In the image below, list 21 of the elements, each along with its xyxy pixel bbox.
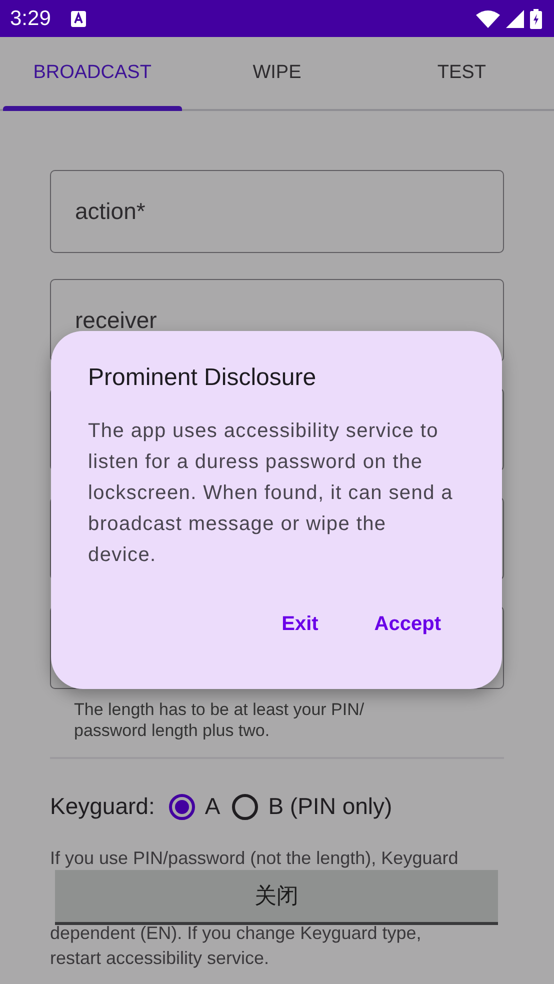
dialog-button[interactable]: Exit (274, 609, 326, 640)
notification-icon (70, 10, 86, 26)
radio-option[interactable]: A (168, 793, 220, 820)
note-text: dependent (EN). If you change Keyguard type, (50, 922, 422, 945)
dialog-title: Prominent Disclosure (88, 364, 318, 392)
tab[interactable]: WIPE (184, 37, 370, 109)
tab[interactable]: BROADCAST (0, 37, 185, 109)
input-field[interactable]: action* (50, 170, 504, 253)
toast: 关闭 (55, 870, 498, 925)
helper-text: The length has to be at least your PIN/ password length plus two. (74, 699, 366, 741)
note-text: If you use PIN/password (not the length), Keyguard (50, 847, 460, 870)
wifi-icon (476, 10, 500, 28)
battery-icon (530, 8, 542, 28)
status-time: 3:29 (10, 6, 51, 30)
dialog-button[interactable]: Accept (366, 609, 449, 640)
signal-icon (506, 10, 524, 28)
radio-option[interactable]: B (PIN only) (232, 793, 392, 820)
tab[interactable]: TEST (369, 37, 554, 109)
keyguard-label: Keyguard: (50, 793, 155, 820)
dialog-message: The app uses accessibility service to listen for a duress password on the lockscreen. When found, it can send a broadcast message or wipe the device. (88, 419, 454, 568)
note-text: restart accessibility service. (50, 947, 270, 970)
